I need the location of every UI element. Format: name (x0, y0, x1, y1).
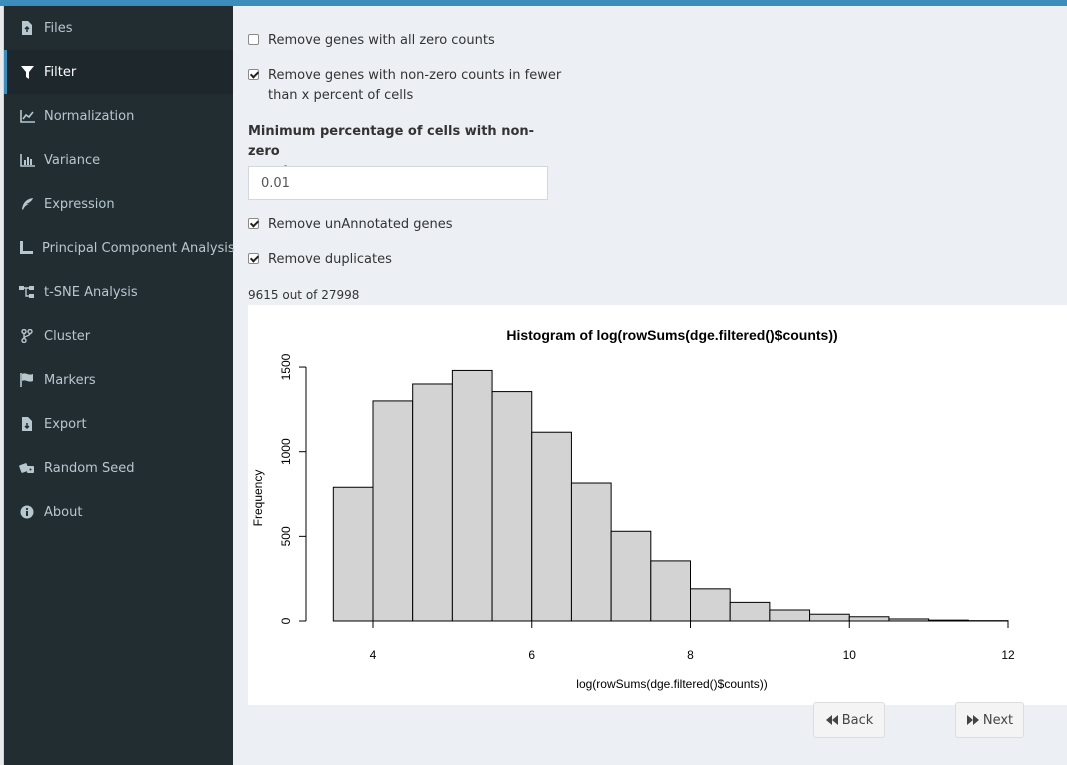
sidebar-item-label: Files (44, 20, 73, 36)
sidebar-item-label: t-SNE Analysis (44, 284, 138, 300)
remove-unannotated-option[interactable]: Remove unAnnotated genes (248, 215, 453, 235)
x-tick-label: 12 (1001, 648, 1015, 662)
sidebar-item-normalization[interactable]: Normalization (4, 94, 233, 138)
x-tick-label: 4 (370, 648, 377, 662)
gene-count-text: 9615 out of 27998 (248, 288, 360, 302)
y-axis-label: Frequency (251, 470, 265, 527)
main-content: Remove genes with all zero counts Remove… (233, 6, 1067, 765)
next-button-label: Next (982, 712, 1014, 728)
code-fork-icon (19, 328, 35, 344)
sidebar-item-label: Export (44, 416, 87, 432)
y-axis: 0 500 1000 1500 (279, 353, 307, 624)
bar-chart-icon (19, 152, 35, 168)
histogram-bar (332, 486, 374, 622)
sidebar-item-label: Filter (44, 64, 77, 80)
histogram-plot: Histogram of log(rowSums(dge.filtered()$… (248, 305, 1067, 705)
sidebar-item-markers[interactable]: Markers (4, 358, 233, 402)
line-chart-icon (19, 108, 35, 124)
filter-icon (19, 64, 35, 80)
min-percentage-input[interactable] (248, 166, 548, 200)
back-button-label: Back (841, 712, 874, 728)
sidebar-item-about[interactable]: About (4, 490, 233, 534)
x-axis: 4 6 8 10 12 (370, 620, 1015, 662)
y-tick-label: 0 (279, 617, 293, 624)
chart-title: Histogram of log(rowSums(dge.filtered()$… (506, 327, 837, 343)
next-button[interactable]: Next (955, 702, 1024, 738)
remove-unannotated-label: Remove unAnnotated genes (268, 217, 453, 232)
sidebar-item-label: Principal Component Analysis (42, 240, 235, 256)
remove-fewer-than-label-line1: Remove genes with non-zero counts in few… (268, 68, 562, 83)
histogram-bar (491, 391, 533, 622)
histogram-bar (531, 431, 572, 622)
sidebar-item-label: Variance (44, 152, 101, 168)
remove-zero-counts-checkbox[interactable] (248, 34, 259, 45)
y-tick-label: 1000 (279, 438, 293, 465)
sidebar-item-expression[interactable]: Expression (4, 182, 233, 226)
min-percentage-label-line1: Minimum percentage of cells with non-zer… (248, 124, 535, 159)
x-tick-label: 10 (843, 648, 857, 662)
remove-fewer-than-option[interactable]: Remove genes with non-zero counts in few… (248, 66, 561, 106)
sidebar-item-label: Markers (44, 372, 96, 388)
sidebar-item-label: About (44, 504, 83, 520)
remove-fewer-than-checkbox[interactable] (248, 69, 259, 80)
ruler-icon (19, 240, 33, 256)
sidebar: Files Filter Normalization Variance Expr… (4, 6, 235, 765)
sidebar-item-filter[interactable]: Filter (4, 50, 233, 94)
histogram-bar (848, 616, 890, 622)
sitemap-icon (19, 284, 35, 300)
histogram-bar (610, 530, 652, 622)
dice-icon (19, 460, 35, 476)
info-circle-icon (19, 504, 35, 520)
x-axis-label: log(rowSums(dge.filtered()$counts)) (576, 677, 767, 691)
y-tick-label: 1500 (279, 353, 293, 380)
histogram-bars (332, 369, 1009, 622)
forward-icon (966, 715, 979, 725)
sidebar-item-random-seed[interactable]: Random Seed (4, 446, 233, 490)
sidebar-item-label: Normalization (44, 108, 135, 124)
backward-icon (825, 715, 838, 725)
sidebar-item-label: Cluster (44, 328, 91, 344)
sidebar-item-tsne[interactable]: t-SNE Analysis (4, 270, 233, 314)
file-download-icon (19, 416, 35, 432)
histogram-bar (690, 588, 731, 622)
sidebar-item-label: Expression (44, 196, 115, 212)
back-button[interactable]: Back (813, 702, 885, 738)
x-tick-label: 8 (687, 648, 694, 662)
histogram-bar (451, 369, 493, 622)
histogram-bar (412, 383, 453, 622)
y-tick-label: 500 (279, 526, 293, 546)
file-upload-icon (19, 20, 35, 36)
histogram-svg: Histogram of log(rowSums(dge.filtered()$… (251, 327, 1015, 691)
remove-duplicates-label: Remove duplicates (268, 252, 392, 267)
sidebar-item-label: Random Seed (44, 460, 135, 476)
histogram-bar (769, 609, 811, 622)
remove-zero-counts-label: Remove genes with all zero counts (268, 33, 495, 48)
remove-duplicates-checkbox[interactable] (248, 253, 259, 264)
feather-icon (19, 196, 35, 212)
remove-zero-counts-option[interactable]: Remove genes with all zero counts (248, 31, 495, 51)
sidebar-item-export[interactable]: Export (4, 402, 233, 446)
x-tick-label: 6 (528, 648, 535, 662)
histogram-bar (729, 601, 771, 622)
remove-fewer-than-label: Remove genes with non-zero counts in few… (268, 66, 561, 106)
histogram-bar (650, 560, 691, 622)
sidebar-item-files[interactable]: Files (4, 6, 233, 50)
flag-icon (19, 372, 35, 388)
sidebar-item-variance[interactable]: Variance (4, 138, 233, 182)
remove-duplicates-option[interactable]: Remove duplicates (248, 250, 392, 270)
histogram-bar (570, 482, 612, 622)
sidebar-item-pca[interactable]: Principal Component Analysis (4, 226, 235, 270)
histogram-bar (372, 400, 414, 622)
remove-unannotated-checkbox[interactable] (248, 218, 259, 229)
histogram-bar (809, 613, 850, 622)
sidebar-item-cluster[interactable]: Cluster (4, 314, 233, 358)
remove-fewer-than-label-line2: than x percent of cells (268, 88, 414, 103)
